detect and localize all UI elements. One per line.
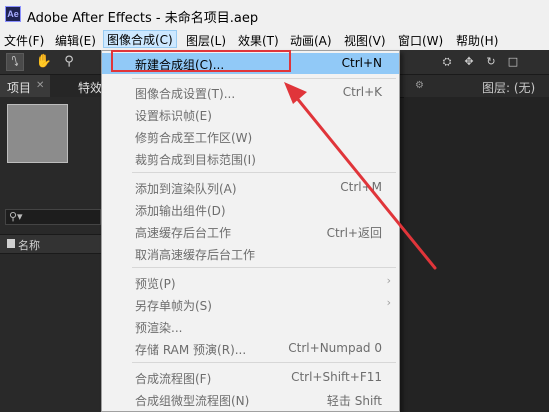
window-title: Adobe After Effects - 未命名项目.aep — [27, 11, 259, 26]
menu-separator — [132, 78, 396, 79]
menu-bar: 文件(F) 编辑(E) 图像合成(C) 图层(L) 效果(T) 动画(A) 视图… — [0, 29, 549, 50]
project-search-input[interactable]: ⚲▾ — [5, 209, 101, 225]
rotation-tool-icon[interactable]: ↻ — [482, 53, 500, 71]
menu-item-set-poster-time[interactable]: 设置标识帧(E) — [102, 104, 399, 125]
menu-item-crop-comp[interactable]: 裁剪合成到目标范围(I) — [102, 148, 399, 169]
menu-item-save-frame-as[interactable]: 另存单帧为(S) › — [102, 294, 399, 315]
panel-menu-icon[interactable]: ⚙ — [415, 80, 424, 91]
label-tag-icon — [7, 239, 15, 248]
project-column-header: 名称 — [0, 234, 101, 254]
menu-separator — [132, 267, 396, 268]
menu-edit[interactable]: 编辑(E) — [55, 32, 96, 49]
menu-item-composition-settings[interactable]: 图像合成设置(T)... Ctrl+K — [102, 82, 399, 103]
shape-tool-icon[interactable]: □ — [504, 53, 522, 71]
menu-item-pre-render[interactable]: 预渲染... — [102, 316, 399, 337]
menu-view[interactable]: 视图(V) — [344, 32, 386, 49]
menu-item-trim-comp[interactable]: 修剪合成至工作区(W) — [102, 126, 399, 147]
hand-tool-icon[interactable]: ✋ — [35, 53, 53, 71]
menu-item-save-ram-preview[interactable]: 存储 RAM 预演(R)... Ctrl+Numpad 0 — [102, 338, 399, 359]
menu-item-mini-flowchart[interactable]: 合成组微型流程图(N) 轻击 Shift — [102, 389, 399, 410]
menu-item-cache-background[interactable]: 高速缓存后台工作 Ctrl+返回 — [102, 221, 399, 242]
menu-file[interactable]: 文件(F) — [4, 32, 44, 49]
tab-layer[interactable]: 图层: (无) — [482, 79, 535, 96]
layer-viewer-panel — [404, 97, 549, 412]
menu-item-comp-flowchart[interactable]: 合成流程图(F) Ctrl+Shift+F11 — [102, 367, 399, 388]
tab-project[interactable]: 项目 — [7, 79, 31, 96]
project-panel: ⚲▾ 名称 — [0, 97, 101, 412]
menu-item-new-composition[interactable]: 新建合成组(C)... Ctrl+N — [102, 53, 399, 74]
selection-tool-icon[interactable]: ⭛ — [6, 53, 24, 71]
menu-help[interactable]: 帮助(H) — [456, 32, 498, 49]
menu-separator — [132, 172, 396, 173]
menu-item-preview[interactable]: 预览(P) › — [102, 272, 399, 293]
zoom-tool-icon[interactable]: ⚲ — [60, 53, 78, 71]
pan-behind-icon[interactable]: ✥ — [460, 53, 478, 71]
menu-item-cancel-cache[interactable]: 取消高速缓存后台工作 — [102, 243, 399, 264]
menu-item-add-render-queue[interactable]: 添加到渲染队列(A) Ctrl+M — [102, 177, 399, 198]
menu-composition[interactable]: 图像合成(C) — [103, 30, 177, 48]
search-icon: ⚲▾ — [9, 210, 23, 223]
menu-item-add-output-module[interactable]: 添加输出组件(D) — [102, 199, 399, 220]
title-bar: Ae Adobe After Effects - 未命名项目.aep — [0, 0, 549, 29]
menu-window[interactable]: 窗口(W) — [398, 32, 443, 49]
menu-layer[interactable]: 图层(L) — [186, 32, 226, 49]
submenu-arrow-icon: › — [386, 274, 391, 287]
tab-effects[interactable]: 特效 — [78, 79, 102, 96]
menu-effect[interactable]: 效果(T) — [238, 32, 279, 49]
composition-menu-dropdown: 新建合成组(C)... Ctrl+N 图像合成设置(T)... Ctrl+K 设… — [101, 50, 400, 412]
snap-icon[interactable]: ⛭ — [438, 53, 456, 71]
after-effects-app-icon: Ae — [5, 6, 21, 22]
close-icon[interactable]: ✕ — [36, 80, 44, 91]
column-name[interactable]: 名称 — [18, 237, 40, 253]
submenu-arrow-icon: › — [386, 296, 391, 309]
project-thumbnail — [7, 104, 68, 163]
menu-separator — [132, 362, 396, 363]
menu-animation[interactable]: 动画(A) — [290, 32, 332, 49]
